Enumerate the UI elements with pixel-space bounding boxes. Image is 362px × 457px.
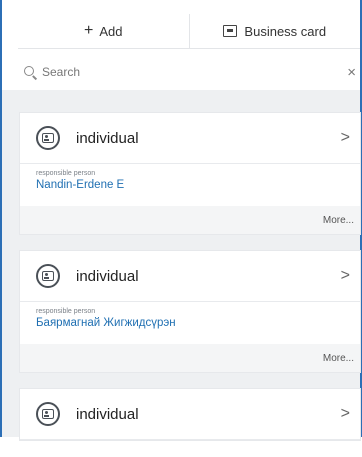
field-label: responsible person [36, 170, 96, 177]
business-card-button[interactable]: Business card [188, 14, 361, 48]
close-icon[interactable]: × [347, 64, 356, 81]
business-card-button-label: Business card [244, 23, 327, 39]
top-bar: + Add Business card Search × [2, 0, 360, 90]
plus-icon: + [84, 22, 94, 39]
card-header[interactable]: individual > [20, 113, 360, 164]
card-title: individual [76, 267, 139, 285]
add-button[interactable]: + Add [18, 14, 189, 48]
contact-card[interactable]: individual > responsible person Nandin-E… [20, 113, 360, 234]
chevron-right-icon[interactable]: > [341, 405, 350, 423]
chevron-right-icon[interactable]: > [341, 129, 350, 147]
card-header[interactable]: individual > [20, 389, 360, 440]
app-frame: + Add Business card Search × individual … [0, 0, 362, 440]
card-header[interactable]: individual > [20, 251, 360, 302]
more-link[interactable]: More... [323, 215, 354, 226]
card-title: individual [76, 405, 139, 423]
add-button-label: Add [99, 23, 123, 39]
contact-card[interactable]: individual > responsible person Баярмагн… [20, 251, 360, 372]
card-body: responsible person Nandin-Erdene E [20, 164, 360, 206]
action-bar: + Add Business card [18, 14, 360, 49]
card-body: responsible person Баярмагнай Жигжидсүрэ… [20, 302, 360, 344]
search-input[interactable]: Search [42, 65, 347, 79]
responsible-person-link[interactable]: Nandin-Erdene E [36, 179, 344, 191]
responsible-person-link[interactable]: Баярмагнай Жигжидсүрэн [36, 317, 344, 329]
contact-list: individual > responsible person Nandin-E… [20, 113, 360, 457]
field-label: responsible person [36, 308, 96, 315]
card-footer: More... [20, 206, 360, 234]
card-title: individual [76, 129, 139, 147]
contact-card-icon [36, 126, 60, 150]
business-card-icon [223, 25, 238, 37]
more-link[interactable]: More... [323, 353, 354, 364]
search-bar[interactable]: Search × [18, 58, 360, 86]
contact-card-icon [36, 402, 60, 426]
card-footer: More... [20, 344, 360, 372]
contact-card-icon [36, 264, 60, 288]
chevron-right-icon[interactable]: > [341, 267, 350, 285]
search-icon [24, 66, 36, 78]
contact-card[interactable]: individual > [20, 389, 360, 440]
